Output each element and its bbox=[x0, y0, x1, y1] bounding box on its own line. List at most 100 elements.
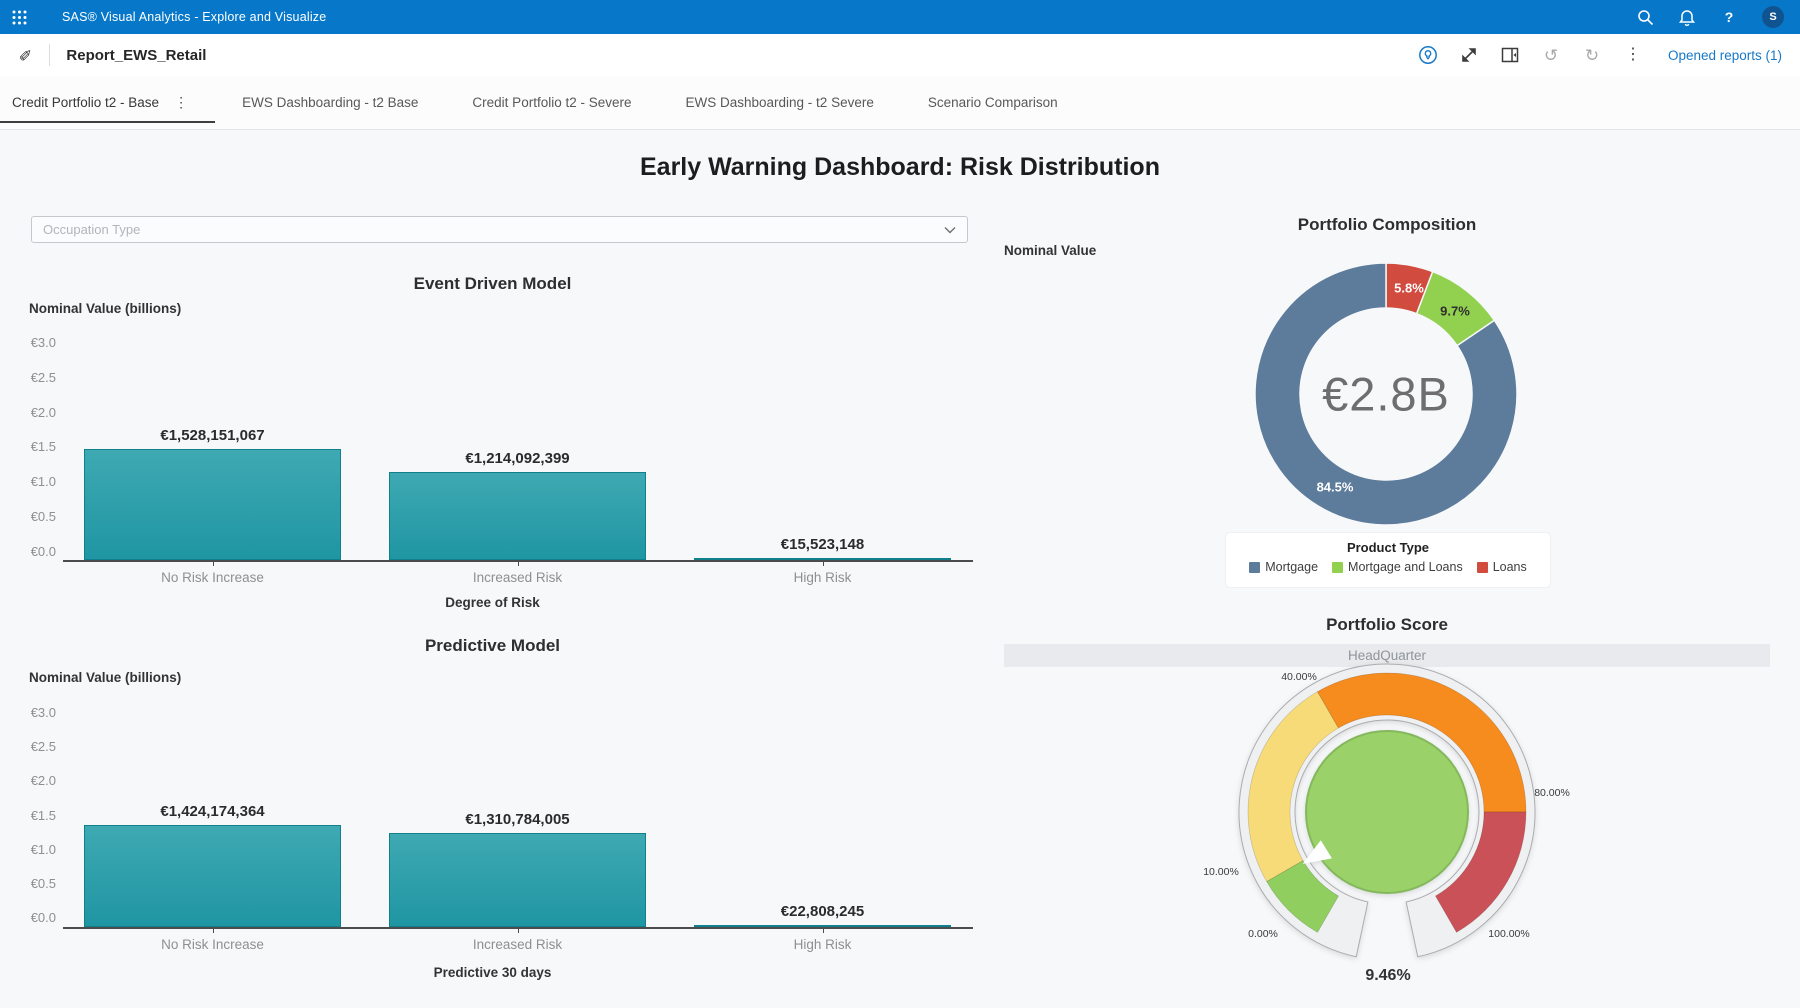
tab-menu-icon[interactable]: ⋮ bbox=[174, 94, 188, 111]
y-axis-tick-label: €1.5 bbox=[0, 439, 56, 454]
undo-icon[interactable]: ↺ bbox=[1541, 45, 1561, 65]
legend-label: Mortgage bbox=[1265, 560, 1318, 574]
gauge-tick-label: 0.00% bbox=[1248, 928, 1278, 940]
page-title: Early Warning Dashboard: Risk Distributi… bbox=[0, 153, 1800, 182]
y-axis-tick-label: €3.0 bbox=[0, 335, 56, 350]
notifications-bell-icon[interactable] bbox=[1678, 8, 1696, 26]
right-column: Portfolio Composition Nominal Value 5.8%… bbox=[1002, 210, 1772, 1008]
fullscreen-expand-icon[interactable] bbox=[1459, 45, 1479, 65]
x-axis-tick bbox=[213, 562, 214, 566]
legend-item-loans[interactable]: Loans bbox=[1477, 560, 1527, 574]
search-icon[interactable] bbox=[1636, 8, 1654, 26]
gauge-tick-label: 80.00% bbox=[1534, 787, 1570, 799]
predictive-model-chart: Predictive Model Nominal Value (billions… bbox=[0, 630, 985, 998]
tab-label: EWS Dashboarding - t2 Base bbox=[242, 95, 418, 110]
x-axis-tick bbox=[518, 562, 519, 566]
tab-label: EWS Dashboarding - t2 Severe bbox=[686, 95, 874, 110]
x-axis-category-label: No Risk Increase bbox=[93, 570, 333, 585]
gauge-tick-label: 40.00% bbox=[1281, 671, 1317, 683]
help-icon[interactable]: ? bbox=[1720, 8, 1738, 26]
x-axis-category-label: Increased Risk bbox=[398, 570, 638, 585]
apps-grid-icon[interactable] bbox=[2, 0, 36, 34]
y-axis-tick-label: €2.5 bbox=[0, 370, 56, 385]
legend-swatch bbox=[1332, 562, 1343, 573]
tab-label: Scenario Comparison bbox=[928, 95, 1058, 110]
bar-no-risk-increase[interactable] bbox=[84, 825, 341, 927]
legend-item-mortgage-and-loans[interactable]: Mortgage and Loans bbox=[1332, 560, 1463, 574]
legend-title: Product Type bbox=[1226, 540, 1550, 555]
y-axis-tick-label: €0.5 bbox=[0, 876, 56, 891]
legend-items: Mortgage Mortgage and Loans Loans bbox=[1226, 560, 1550, 574]
x-axis-tick bbox=[823, 562, 824, 566]
tab-credit-portfolio-t2-severe[interactable]: Credit Portfolio t2 - Severe bbox=[445, 76, 658, 129]
bar-value-label: €15,523,148 bbox=[693, 536, 953, 553]
y-axis-tick-label: €1.5 bbox=[0, 808, 56, 823]
report-toolbar-actions: ↺ ↻ ⋮ Opened reports (1) bbox=[1418, 45, 1782, 65]
legend-item-mortgage[interactable]: Mortgage bbox=[1249, 560, 1318, 574]
y-axis-title: Nominal Value (billions) bbox=[29, 670, 181, 685]
user-avatar[interactable]: S bbox=[1762, 6, 1784, 28]
app-title: SAS® Visual Analytics - Explore and Visu… bbox=[62, 10, 326, 24]
legend-label: Loans bbox=[1493, 560, 1527, 574]
report-page-tabs: Credit Portfolio t2 - Base ⋮ EWS Dashboa… bbox=[0, 76, 1800, 130]
tab-credit-portfolio-t2-base[interactable]: Credit Portfolio t2 - Base ⋮ bbox=[0, 76, 215, 129]
occupation-type-dropdown[interactable]: Occupation Type bbox=[31, 216, 968, 243]
y-axis-tick-label: €2.0 bbox=[0, 773, 56, 788]
apps-grid-glyph bbox=[12, 10, 27, 25]
x-axis-category-label: Increased Risk bbox=[398, 937, 638, 952]
portfolio-composition-title: Portfolio Composition bbox=[1002, 215, 1772, 235]
bar-high-risk[interactable] bbox=[694, 558, 951, 560]
donut-slice-label: 9.7% bbox=[1440, 304, 1470, 319]
tab-label: Credit Portfolio t2 - Base bbox=[12, 95, 159, 110]
donut-slice-label: 84.5% bbox=[1317, 480, 1354, 495]
tab-ews-dashboarding-t2-base[interactable]: EWS Dashboarding - t2 Base bbox=[215, 76, 445, 129]
redo-icon[interactable]: ↻ bbox=[1582, 45, 1602, 65]
tab-label: Credit Portfolio t2 - Severe bbox=[472, 95, 631, 110]
bar-high-risk[interactable] bbox=[694, 925, 951, 927]
gauge-value: 9.46% bbox=[1365, 967, 1410, 985]
donut-measure-label: Nominal Value bbox=[1004, 243, 1096, 258]
portfolio-score-title: Portfolio Score bbox=[1002, 615, 1772, 635]
x-axis-title: Predictive 30 days bbox=[0, 965, 985, 980]
gauge-center-kpi[interactable] bbox=[1306, 731, 1468, 893]
x-axis-category-label: No Risk Increase bbox=[93, 937, 333, 952]
x-axis-tick bbox=[213, 929, 214, 933]
panel-toggle-icon[interactable] bbox=[1500, 45, 1520, 65]
x-axis-category-label: High Risk bbox=[703, 937, 943, 952]
tab-ews-dashboarding-t2-severe[interactable]: EWS Dashboarding - t2 Severe bbox=[659, 76, 901, 129]
more-options-icon[interactable]: ⋮ bbox=[1623, 45, 1643, 65]
top-app-bar: SAS® Visual Analytics - Explore and Visu… bbox=[0, 0, 1800, 34]
topbar-actions: ? S bbox=[1636, 6, 1784, 28]
y-axis-tick-label: €2.5 bbox=[0, 739, 56, 754]
sas-visual-analytics-app: SAS® Visual Analytics - Explore and Visu… bbox=[0, 0, 1800, 1008]
chart-title: Event Driven Model bbox=[0, 274, 985, 294]
gauge-tick-label: 100.00% bbox=[1488, 928, 1529, 940]
donut-legend: Product Type Mortgage Mortgage and Loans L… bbox=[1226, 533, 1550, 587]
legend-swatch bbox=[1249, 562, 1260, 573]
x-axis-category-label: High Risk bbox=[703, 570, 943, 585]
portfolio-score-gauge[interactable] bbox=[1227, 652, 1547, 972]
bar-increased-risk[interactable] bbox=[389, 833, 646, 927]
bar-value-label: €1,424,174,364 bbox=[83, 803, 343, 820]
x-axis-tick bbox=[823, 929, 824, 933]
insights-hint-icon[interactable] bbox=[1418, 45, 1438, 65]
y-axis-tick-label: €0.0 bbox=[0, 910, 56, 925]
chart-title: Predictive Model bbox=[0, 636, 985, 656]
bar-no-risk-increase[interactable] bbox=[84, 449, 341, 560]
tab-scenario-comparison[interactable]: Scenario Comparison bbox=[901, 76, 1085, 129]
x-axis-title: Degree of Risk bbox=[0, 595, 985, 610]
report-title: Report_EWS_Retail bbox=[66, 47, 206, 64]
gauge-tick-label: 10.00% bbox=[1203, 866, 1239, 878]
legend-swatch bbox=[1477, 562, 1488, 573]
legend-label: Mortgage and Loans bbox=[1348, 560, 1463, 574]
toolbar-divider bbox=[49, 44, 50, 66]
y-axis-tick-label: €0.0 bbox=[0, 544, 56, 559]
bar-value-label: €1,310,784,005 bbox=[388, 811, 648, 828]
bar-increased-risk[interactable] bbox=[389, 472, 646, 560]
edit-pencil-icon[interactable]: ✎ bbox=[17, 48, 37, 61]
opened-reports-link[interactable]: Opened reports (1) bbox=[1668, 48, 1782, 63]
event-driven-model-chart: Event Driven Model Nominal Value (billio… bbox=[0, 270, 985, 622]
bar-value-label: €22,808,245 bbox=[693, 903, 953, 920]
donut-center-total: €2.8B bbox=[1322, 367, 1450, 422]
y-axis-tick-label: €2.0 bbox=[0, 405, 56, 420]
